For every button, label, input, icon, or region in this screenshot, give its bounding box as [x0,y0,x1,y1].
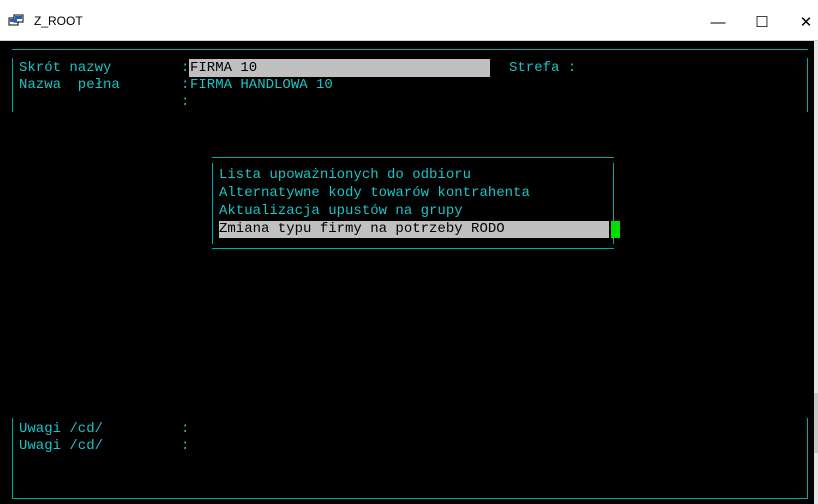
popup-bottom-border [212,248,614,249]
frame-left-border-top [12,58,13,112]
skrot-input[interactable]: FIRMA 10 [190,60,257,77]
uwagi1-colon: : [181,421,190,437]
nazwa-colon: : [181,77,190,93]
skrot-label: Skrót nazwy [19,60,112,76]
frame-top-border [12,49,808,50]
uwagi2-colon: : [181,438,190,454]
strefa-label: Strefa : [509,60,577,76]
frame-right-border-top [807,58,808,112]
window-titlebar: Z_ROOT — ☐ ✕ [0,0,818,41]
minimize-button[interactable]: — [700,8,736,36]
menu-item-zmiana-typu-rodo[interactable]: Zmiana typu firmy na potrzeby RODO [219,221,609,238]
menu-item-lista-upowaznionych[interactable]: Lista upoważnionych do odbioru [219,167,471,184]
uwagi1-label: Uwagi /cd/ [19,421,104,437]
popup-top-border [212,157,614,158]
vertical-scrollbar[interactable] [814,41,818,504]
nazwa-cont-colon: : [181,94,190,110]
nazwa-value[interactable]: FIRMA HANDLOWA 10 [190,77,333,94]
maximize-button[interactable]: ☐ [744,8,780,36]
text-cursor [611,221,620,238]
scrollbar-thumb[interactable] [814,393,818,453]
uwagi2-label: Uwagi /cd/ [19,438,104,454]
menu-item-alternatywne-kody[interactable]: Alternatywne kody towarów kontrahenta [219,185,530,202]
popup-left-border [212,163,213,244]
menu-item-aktualizacja-upustow[interactable]: Aktualizacja upustów na grupy [219,203,463,220]
terminal-area[interactable] [0,41,814,504]
app-icon [8,14,24,26]
frame-bottom-border [12,498,808,499]
window-title: Z_ROOT [34,14,83,28]
frame-right-border-bottom [807,418,808,498]
nazwa-label: Nazwa pełna [19,77,120,93]
close-button[interactable]: ✕ [788,8,818,36]
frame-left-border-bottom [12,418,13,498]
